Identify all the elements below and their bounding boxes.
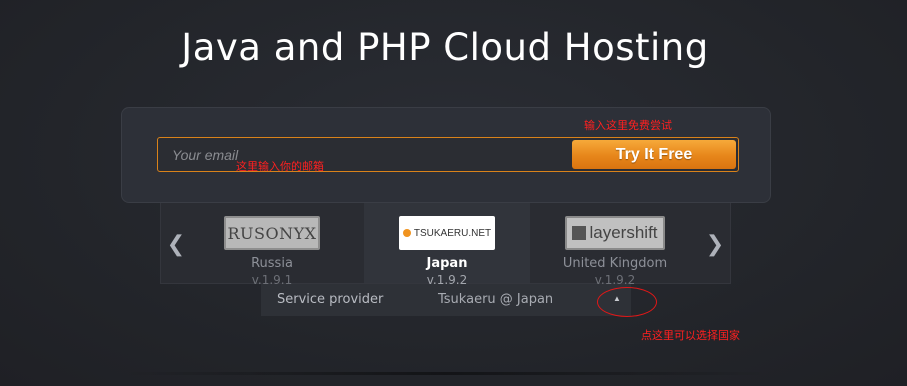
provider-country: Russia — [251, 256, 293, 271]
provider-carousel: ❮ RUSONYX Russia v.1.9.1 TSUKAERU.NET Ja… — [160, 203, 731, 287]
logo-text: TSUKAERU.NET — [413, 227, 492, 239]
page-title: Java and PHP Cloud Hosting — [181, 26, 709, 69]
layershift-mark-icon — [572, 226, 587, 240]
provider-card-japan[interactable]: TSUKAERU.NET Japan v.1.9.2 — [364, 203, 530, 287]
logo-text: layershift — [589, 223, 658, 242]
page: Java and PHP Cloud Hosting Try It Free 输… — [0, 0, 907, 386]
chevron-left-icon[interactable]: ❮ — [164, 225, 188, 265]
signup-panel: Try It Free — [121, 107, 771, 203]
rusonyx-logo: RUSONYX — [224, 216, 320, 250]
provider-country: United Kingdom — [562, 256, 668, 271]
service-provider-value: Tsukaeru @ Japan — [438, 292, 554, 307]
try-it-free-button[interactable]: Try It Free — [572, 140, 736, 169]
annotation-try-free: 输入这里免费尝试 — [584, 119, 672, 132]
annotation-country: 点这里可以选择国家 — [641, 329, 740, 342]
layershift-logo: layershift — [565, 216, 665, 250]
provider-card-russia[interactable]: RUSONYX Russia v.1.9.1 — [189, 203, 355, 287]
annotation-circle — [597, 287, 657, 317]
provider-card-united-kingdom[interactable]: layershift United Kingdom v.1.9.2 — [532, 203, 698, 287]
service-provider-label: Service provider — [277, 292, 384, 307]
tsukaeru-mark-icon — [402, 229, 411, 237]
service-provider-select[interactable]: Service provider Tsukaeru @ Japan ▲ — [261, 284, 631, 316]
divider — [120, 372, 770, 375]
provider-country: Japan — [426, 256, 468, 271]
tsukaeru-logo: TSUKAERU.NET — [399, 216, 495, 250]
email-field[interactable] — [158, 138, 568, 171]
chevron-right-icon[interactable]: ❯ — [703, 225, 727, 265]
annotation-email: 这里输入你的邮箱 — [236, 160, 324, 173]
logo-text: RUSONYX — [227, 223, 317, 243]
